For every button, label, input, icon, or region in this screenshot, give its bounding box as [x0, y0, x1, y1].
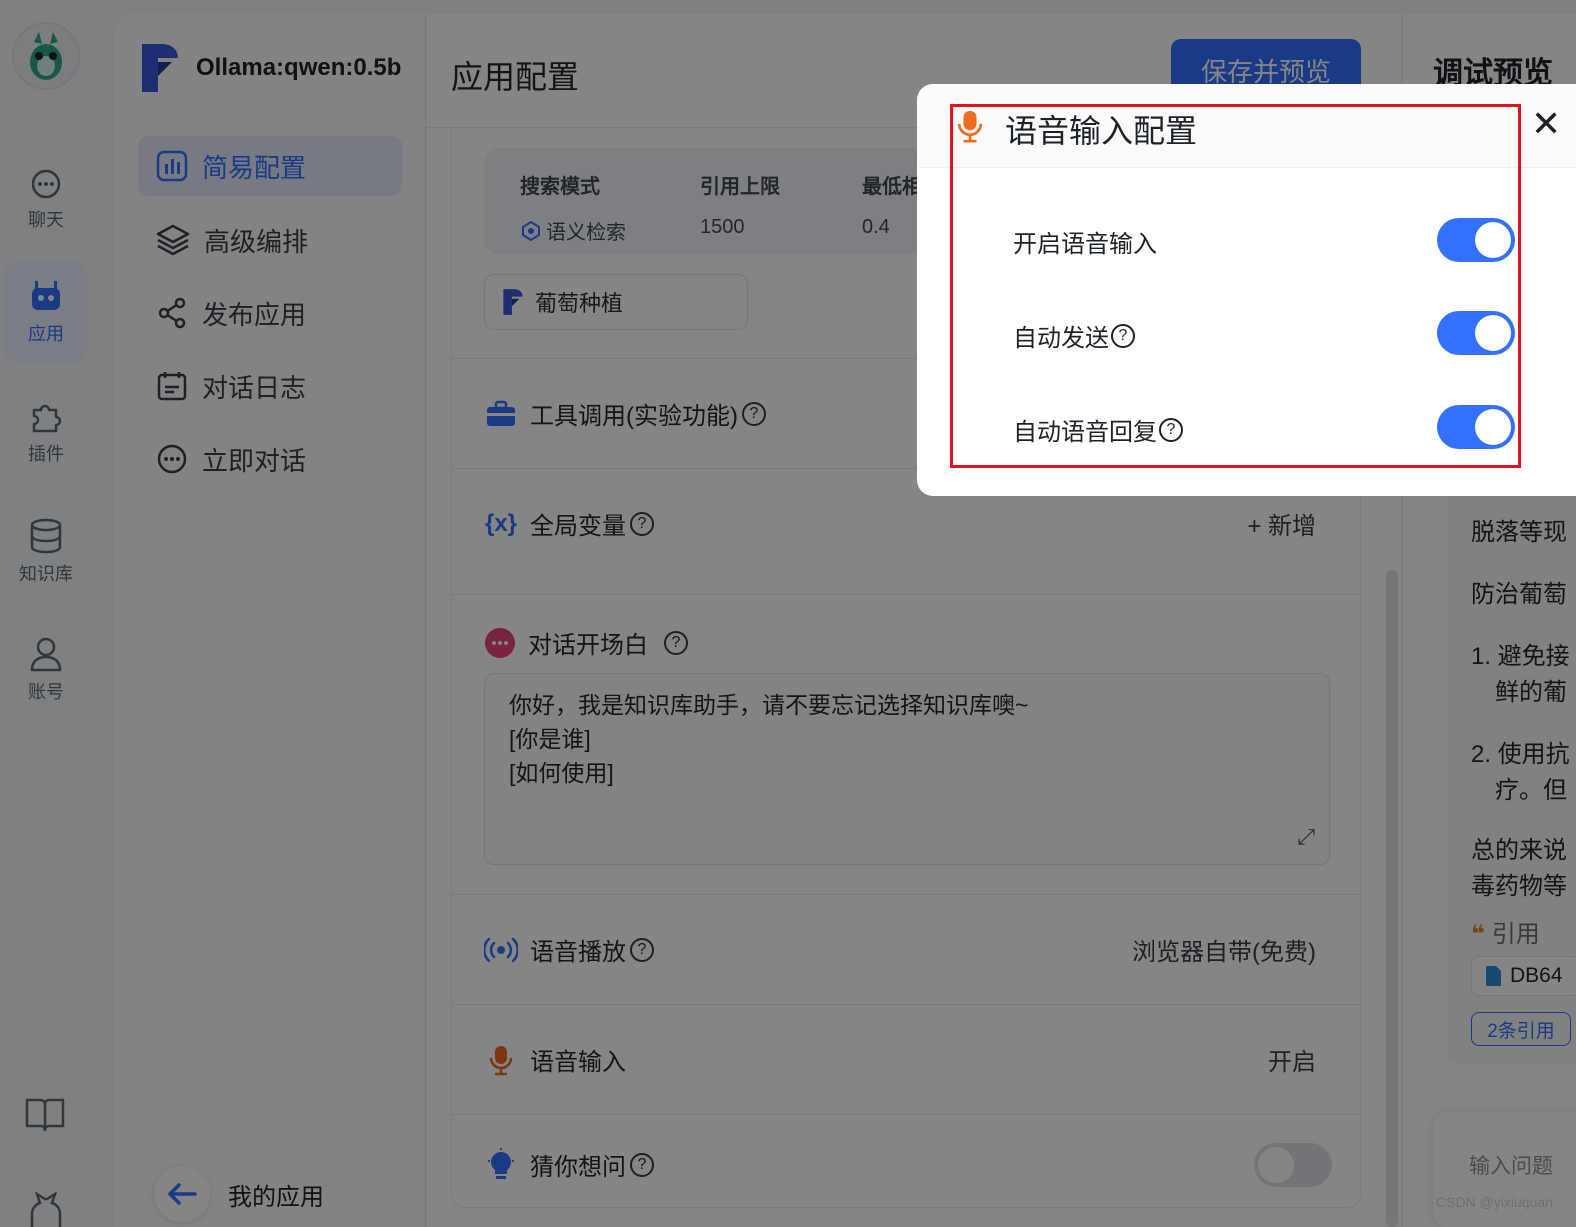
highlight-box: [950, 104, 1521, 468]
watermark: CSDN @yixiuquan: [1436, 1194, 1553, 1210]
close-icon[interactable]: ✕: [1531, 106, 1561, 142]
